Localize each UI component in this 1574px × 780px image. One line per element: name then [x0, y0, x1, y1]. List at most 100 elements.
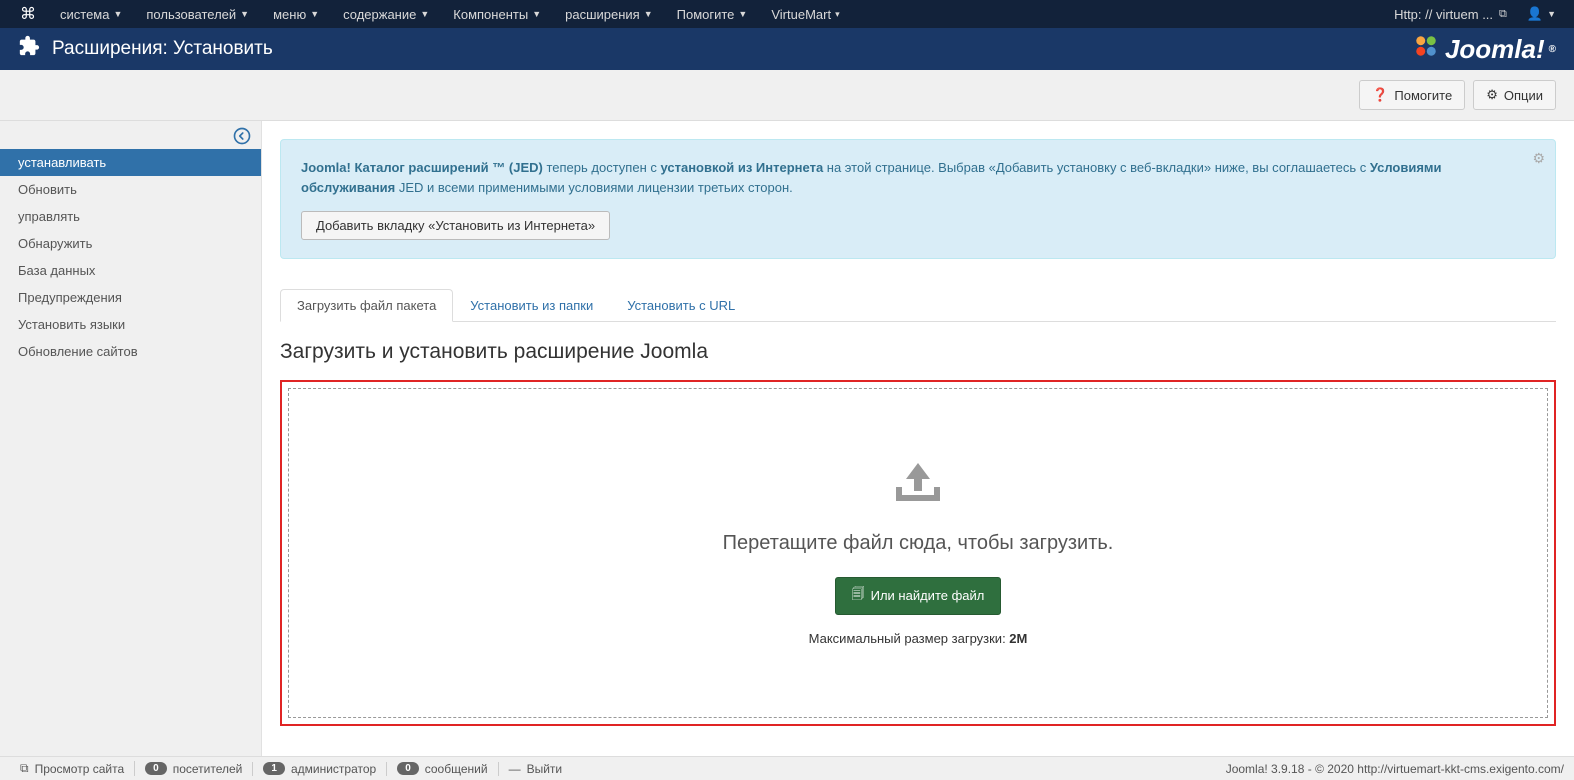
install-tabs: Загрузить файл пакета Установить из папк…: [280, 289, 1556, 322]
user-icon: 👤: [1527, 6, 1543, 22]
sidebar-item-install-langs[interactable]: Установить языки: [0, 311, 261, 338]
section-heading: Загрузить и установить расширение Joomla: [280, 340, 1556, 364]
registered-mark: ®: [1549, 44, 1556, 55]
puzzle-icon: [18, 35, 40, 63]
upload-highlight-frame: Перетащите файл сюда, чтобы загрузить. 🗐…: [280, 380, 1556, 726]
title-left: Расширения: Установить: [18, 35, 273, 63]
question-circle-icon: ❓: [1372, 87, 1388, 103]
menu-label: расширения: [565, 7, 640, 22]
browse-label: Или найдите файл: [871, 588, 985, 603]
status-left: ⧉ Просмотр сайта 0 посетителей 1 админис…: [10, 761, 572, 776]
sidebar-label: устанавливать: [18, 155, 106, 170]
visitors-status[interactable]: 0 посетителей: [135, 762, 253, 776]
site-link[interactable]: Http: // virtuem ... ⧉: [1384, 0, 1517, 28]
upload-instruction-text: Перетащите файл сюда, чтобы загрузить.: [723, 532, 1114, 555]
sidebar-item-update-sites[interactable]: Обновление сайтов: [0, 338, 261, 365]
info-seg3: JED и всеми применимыми условиями лиценз…: [395, 180, 793, 195]
top-menu-right: Http: // virtuem ...⧉ 👤▼: [1384, 0, 1566, 28]
title-bar: Расширения: Установить Joomla! ®: [0, 28, 1574, 70]
menu-label: VirtueMart: [771, 7, 831, 22]
admins-status[interactable]: 1 администратор: [253, 762, 387, 776]
options-button[interactable]: ⚙ Опции: [1473, 80, 1556, 110]
chevron-down-icon: ▼: [1547, 9, 1556, 19]
sidebar-label: База данных: [18, 263, 95, 278]
external-link-icon: ⧉: [20, 761, 29, 776]
add-web-tab-label: Добавить вкладку «Установить из Интернет…: [316, 218, 595, 233]
joomla-menu-icon[interactable]: ⌘: [8, 0, 48, 28]
admins-label: администратор: [291, 762, 376, 776]
visitors-label: посетителей: [173, 762, 243, 776]
gear-icon: ⚙: [1486, 87, 1498, 103]
top-menu-left: ⌘ система▼ пользователей ▼ меню ▼ содержан…: [8, 0, 852, 28]
content-area: ⚙ Joomla! Каталог расширений ™ (JED) теп…: [262, 121, 1574, 757]
sidebar: устанавливать Обновить управлять Обнаруж…: [0, 121, 262, 757]
menu-extensions[interactable]: расширения ▼: [553, 0, 665, 28]
chevron-down-icon: ▼: [420, 9, 429, 19]
visitors-count: 0: [145, 762, 167, 775]
admins-count: 1: [263, 762, 285, 775]
sidebar-item-manage[interactable]: управлять: [0, 203, 261, 230]
sidebar-label: Обновление сайтов: [18, 344, 138, 359]
info-gear-icon[interactable]: ⚙: [1532, 148, 1545, 169]
menu-components[interactable]: Компоненты ▼: [441, 0, 553, 28]
menu-menus[interactable]: меню ▼: [261, 0, 331, 28]
sidebar-item-warnings[interactable]: Предупреждения: [0, 284, 261, 311]
sidebar-item-install[interactable]: устанавливать: [0, 149, 261, 176]
sidebar-item-database[interactable]: База данных: [0, 257, 261, 284]
menu-label: Компоненты: [453, 7, 528, 22]
top-menu-bar: ⌘ система▼ пользователей ▼ меню ▼ содержан…: [0, 0, 1574, 28]
menu-label: Помогите: [677, 7, 735, 22]
menu-virtuemart[interactable]: VirtueMart▾: [759, 0, 851, 28]
max-size-label: Максимальный размер загрузки:: [809, 631, 1010, 646]
tab-install-folder[interactable]: Установить из папки: [453, 289, 610, 322]
external-link-icon: ⧉: [1499, 8, 1507, 21]
tab-label: Установить с URL: [627, 298, 735, 313]
upload-icon: [890, 461, 946, 508]
menu-content[interactable]: содержание▼: [331, 0, 441, 28]
sidebar-item-discover[interactable]: Обнаружить: [0, 230, 261, 257]
menu-users[interactable]: пользователей ▼: [134, 0, 261, 28]
tab-label: Установить из папки: [470, 298, 593, 313]
joomla-logo: Joomla! ®: [1411, 31, 1556, 68]
help-button[interactable]: ❓ Помогите: [1359, 80, 1465, 110]
info-text: Joomla! Каталог расширений ™ (JED) тепер…: [301, 160, 1442, 195]
tab-upload-package[interactable]: Загрузить файл пакета: [280, 289, 453, 322]
messages-label: сообщений: [425, 762, 488, 776]
logout-link[interactable]: — Выйти: [499, 762, 573, 776]
main-wrap: устанавливать Обновить управлять Обнаруж…: [0, 121, 1574, 757]
options-label: Опции: [1504, 88, 1543, 103]
sidebar-label: Предупреждения: [18, 290, 122, 305]
browse-file-button[interactable]: 🗐 Или найдите файл: [835, 577, 1002, 615]
chevron-down-icon: ▼: [240, 9, 249, 19]
minus-icon: —: [509, 762, 521, 776]
chevron-down-icon: ▼: [310, 9, 319, 19]
sidebar-label: Обновить: [18, 182, 77, 197]
sidebar-toggle-icon[interactable]: [233, 127, 251, 150]
chevron-down-icon: ▼: [532, 9, 541, 19]
chevron-down-icon: ▼: [738, 9, 747, 19]
brand-text: Joomla!: [1445, 34, 1545, 65]
info-bold-lead: Joomla! Каталог расширений ™ (JED): [301, 160, 543, 175]
user-menu[interactable]: 👤▼: [1517, 0, 1566, 28]
sidebar-list: устанавливать Обновить управлять Обнаруж…: [0, 149, 261, 365]
menu-label: меню: [273, 7, 306, 22]
menu-system[interactable]: система▼: [48, 0, 134, 28]
sidebar-item-update[interactable]: Обновить: [0, 176, 261, 203]
info-bold-mid: установкой из Интернета: [660, 160, 823, 175]
chevron-down-icon: ▼: [113, 9, 122, 19]
messages-status[interactable]: 0 сообщений: [387, 762, 498, 776]
tab-label: Загрузить файл пакета: [297, 298, 436, 313]
chevron-down-icon: ▼: [644, 9, 653, 19]
max-upload-size: Максимальный размер загрузки: 2M: [809, 631, 1028, 646]
view-site-link[interactable]: ⧉ Просмотр сайта: [10, 761, 135, 776]
messages-count: 0: [397, 762, 419, 775]
joomla-swirl-icon: [1411, 31, 1441, 68]
menu-label: пользователей: [146, 7, 236, 22]
menu-help[interactable]: Помогите▼: [665, 0, 760, 28]
sidebar-label: Обнаружить: [18, 236, 92, 251]
upload-dropzone[interactable]: Перетащите файл сюда, чтобы загрузить. 🗐…: [288, 388, 1548, 718]
add-web-tab-button[interactable]: Добавить вкладку «Установить из Интернет…: [301, 211, 610, 240]
tab-install-url[interactable]: Установить с URL: [610, 289, 752, 322]
sidebar-label: Установить языки: [18, 317, 125, 332]
site-link-label: Http: // virtuem ...: [1394, 7, 1493, 22]
